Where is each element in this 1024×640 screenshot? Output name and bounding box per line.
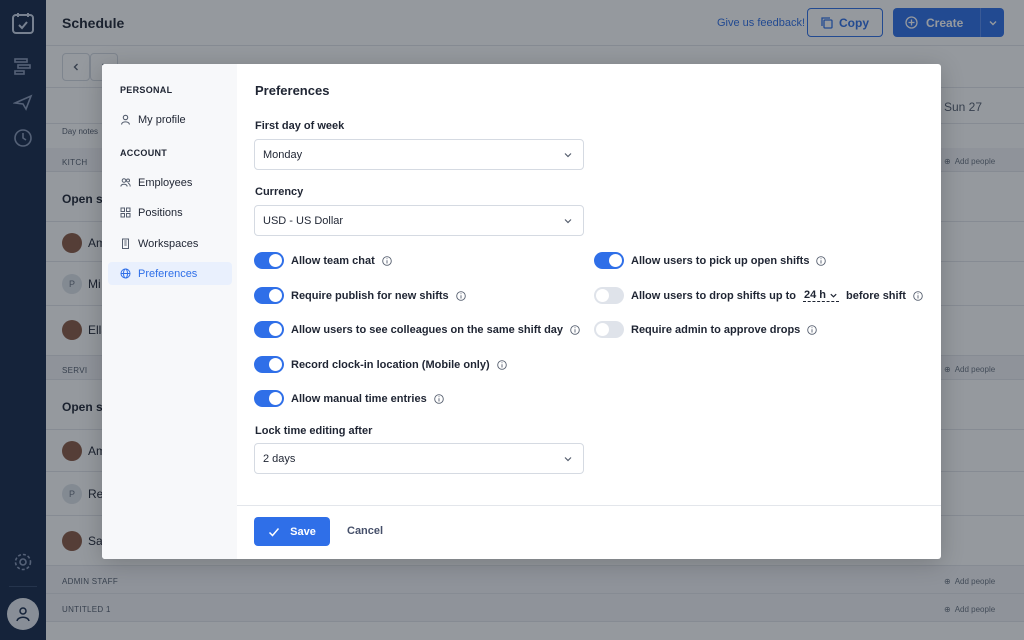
- chevron-down-icon: [564, 457, 572, 462]
- toggle-switch[interactable]: [594, 252, 624, 269]
- building-icon: [122, 238, 129, 249]
- preferences-modal: PERSONAL My profile ACCOUNT Employees Po…: [102, 64, 941, 559]
- toggle-drop-shifts[interactable]: Allow users to drop shifts up to 24 h be…: [594, 287, 923, 304]
- preferences-panel: Preferences First day of week Monday Cur…: [237, 64, 941, 559]
- save-label: Save: [290, 525, 316, 538]
- chevron-down-icon: [830, 293, 837, 298]
- toggle-label: Allow users to drop shifts up to: [631, 289, 796, 302]
- info-icon[interactable]: [807, 324, 818, 335]
- toggle-label: Allow users to see colleagues on the sam…: [291, 323, 564, 336]
- first-day-select[interactable]: Monday: [254, 139, 584, 170]
- toggle-team-chat[interactable]: Allow team chat: [254, 252, 392, 269]
- grid-icon: [120, 207, 131, 218]
- drop-hours-select[interactable]: 24 h: [803, 289, 840, 302]
- toggle-switch[interactable]: [254, 252, 284, 269]
- sidebar-item-label: Employees: [138, 176, 193, 189]
- sidebar-item-positions[interactable]: Positions: [108, 201, 232, 224]
- currency-label: Currency: [255, 186, 304, 198]
- sidebar-item-my-profile[interactable]: My profile: [108, 108, 232, 131]
- toggle-label: Allow team chat: [291, 254, 375, 267]
- sidebar-item-label: My profile: [138, 113, 186, 126]
- toggle-switch[interactable]: [594, 321, 624, 338]
- settings-sidebar: PERSONAL My profile ACCOUNT Employees Po…: [102, 64, 237, 559]
- toggle-switch[interactable]: [254, 390, 284, 407]
- section-personal: PERSONAL: [120, 85, 173, 95]
- sidebar-item-label: Workspaces: [138, 237, 199, 250]
- info-icon[interactable]: [381, 255, 392, 266]
- toggle-clock-in-location[interactable]: Record clock-in location (Mobile only): [254, 356, 507, 373]
- section-account: ACCOUNT: [120, 148, 168, 158]
- check-icon: [269, 527, 280, 537]
- info-icon[interactable]: [570, 324, 580, 335]
- users-icon: [120, 178, 131, 187]
- sidebar-item-preferences[interactable]: Preferences: [108, 262, 232, 285]
- toggle-see-colleagues[interactable]: Allow users to see colleagues on the sam…: [254, 321, 580, 338]
- toggle-label: Require admin to approve drops: [631, 323, 801, 336]
- toggle-label-after: before shift: [846, 289, 906, 302]
- info-icon[interactable]: [913, 290, 923, 301]
- toggle-require-publish[interactable]: Require publish for new shifts: [254, 287, 466, 304]
- info-icon[interactable]: [816, 255, 827, 266]
- toggle-approve-drops[interactable]: Require admin to approve drops: [594, 321, 818, 338]
- first-day-label: First day of week: [255, 120, 345, 132]
- toggle-switch[interactable]: [254, 356, 284, 373]
- globe-icon: [120, 268, 131, 279]
- sidebar-item-label: Preferences: [138, 267, 198, 280]
- info-icon[interactable]: [496, 359, 507, 370]
- toggle-switch[interactable]: [254, 321, 284, 338]
- toggle-label: Record clock-in location (Mobile only): [291, 358, 490, 371]
- drop-hours-value: 24 h: [804, 289, 827, 301]
- info-icon[interactable]: [455, 290, 466, 301]
- toggle-switch[interactable]: [594, 287, 624, 304]
- lock-time-value: 2 days: [263, 452, 296, 465]
- toggle-label: Allow users to pick up open shifts: [631, 254, 810, 267]
- toggle-label: Allow manual time entries: [291, 392, 427, 405]
- panel-heading: Preferences: [255, 83, 330, 98]
- toggle-pickup-shifts[interactable]: Allow users to pick up open shifts: [594, 252, 827, 269]
- currency-value: USD - US Dollar: [263, 214, 344, 227]
- lock-time-select[interactable]: 2 days: [254, 443, 584, 474]
- chevron-down-icon: [564, 153, 572, 158]
- save-button[interactable]: Save: [254, 517, 330, 546]
- sidebar-item-employees[interactable]: Employees: [108, 171, 232, 194]
- chevron-down-icon: [564, 219, 572, 224]
- user-icon: [120, 114, 131, 125]
- info-icon[interactable]: [433, 393, 444, 404]
- first-day-value: Monday: [263, 148, 303, 161]
- toggle-manual-time[interactable]: Allow manual time entries: [254, 390, 444, 407]
- toggle-switch[interactable]: [254, 287, 284, 304]
- lock-time-label: Lock time editing after: [255, 425, 373, 437]
- toggle-label: Require publish for new shifts: [291, 289, 449, 302]
- cancel-button[interactable]: Cancel: [347, 525, 383, 537]
- modal-footer: Save Cancel: [237, 505, 941, 559]
- sidebar-item-label: Positions: [138, 206, 183, 219]
- currency-select[interactable]: USD - US Dollar: [254, 205, 584, 236]
- sidebar-item-workspaces[interactable]: Workspaces: [108, 232, 232, 255]
